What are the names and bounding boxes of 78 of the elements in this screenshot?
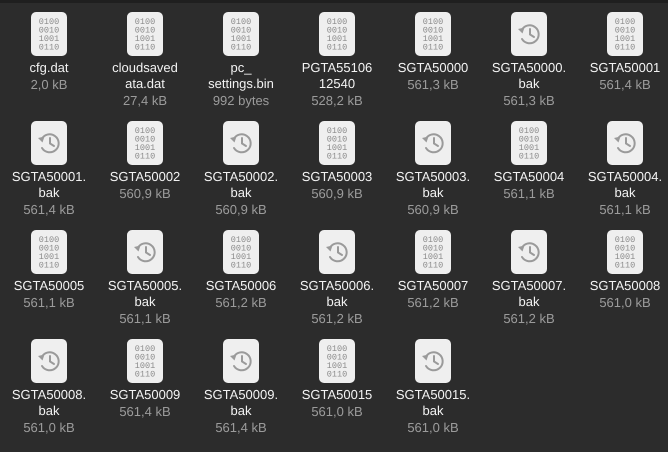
file-name: SGTA50015. bak <box>396 387 470 419</box>
file-name: SGTA50006. bak <box>300 278 374 310</box>
file-name: SGTA50006 <box>206 278 276 294</box>
backup-file-icon <box>30 120 68 166</box>
backup-file-icon <box>510 229 548 275</box>
backup-file-icon <box>510 11 548 57</box>
backup-file-icon <box>414 338 452 384</box>
file-name: SGTA50002. bak <box>204 169 278 201</box>
file-size: 561,2 kB <box>407 294 459 311</box>
file-name: SGTA50008 <box>590 278 660 294</box>
binary-file-icon: 0100 0010 1001 0110 <box>510 120 548 166</box>
file-name: PGTA55106 12540 <box>302 60 372 92</box>
backup-file-icon <box>126 229 164 275</box>
file-name: SGTA50000. bak <box>492 60 566 92</box>
backup-file-icon <box>606 120 644 166</box>
file-name: SGTA50009 <box>110 387 180 403</box>
binary-file-icon: 0100 0010 1001 0110 <box>606 11 644 57</box>
file-size: 561,0 kB <box>407 419 459 436</box>
file-size: 561,2 kB <box>503 310 555 327</box>
file-size: 561,2 kB <box>311 310 363 327</box>
binary-file-icon: 0100 0010 1001 0110 <box>606 229 644 275</box>
backup-file-icon <box>414 120 452 166</box>
file-size: 561,3 kB <box>407 76 459 93</box>
file-size: 561,2 kB <box>215 294 267 311</box>
file-name: SGTA50004 <box>494 169 564 185</box>
file-size: 561,3 kB <box>503 92 555 109</box>
binary-file-icon: 0100 0010 1001 0110 <box>126 11 164 57</box>
file-name: SGTA50002 <box>110 169 180 185</box>
backup-file-icon <box>222 120 260 166</box>
binary-file-icon: 0100 0010 1001 0110 <box>414 229 452 275</box>
file-name: SGTA50005 <box>14 278 84 294</box>
file-name: SGTA50000 <box>398 60 468 76</box>
file-name: SGTA50001. bak <box>12 169 86 201</box>
file-size: 528,2 kB <box>311 92 363 109</box>
file-name: cfg.dat <box>29 60 69 76</box>
binary-file-icon: 0100 0010 1001 0110 <box>222 11 260 57</box>
file-size: 561,4 kB <box>215 419 267 436</box>
file-size: 561,1 kB <box>503 185 555 202</box>
binary-file-icon: 0100 0010 1001 0110 <box>30 11 68 57</box>
backup-file-icon <box>318 229 356 275</box>
file-size: 561,1 kB <box>599 201 651 218</box>
file-size: 992 bytes <box>212 92 270 109</box>
backup-file-icon <box>30 338 68 384</box>
file-name: SGTA50005. bak <box>108 278 182 310</box>
file-size: 560,9 kB <box>119 185 171 202</box>
binary-file-icon: 0100 0010 1001 0110 <box>318 11 356 57</box>
file-name: SGTA50007. bak <box>492 278 566 310</box>
file-name: SGTA50007 <box>398 278 468 294</box>
file-size: 560,9 kB <box>407 201 459 218</box>
file-name: SGTA50015 <box>302 387 372 403</box>
file-size: 561,1 kB <box>119 310 171 327</box>
file-size: 560,9 kB <box>311 185 363 202</box>
file-name: SGTA50004. bak <box>588 169 662 201</box>
binary-file-icon: 0100 0010 1001 0110 <box>318 120 356 166</box>
binary-file-icon: 0100 0010 1001 0110 <box>222 229 260 275</box>
file-size: 561,0 kB <box>23 419 75 436</box>
binary-file-icon: 0100 0010 1001 0110 <box>126 120 164 166</box>
file-name: SGTA50001 <box>590 60 660 76</box>
file-size: 561,0 kB <box>599 294 651 311</box>
file-size: 561,0 kB <box>311 403 363 420</box>
binary-file-icon: 0100 0010 1001 0110 <box>126 338 164 384</box>
file-size: 560,9 kB <box>215 201 267 218</box>
file-size: 561,4 kB <box>119 403 171 420</box>
file-name: cloudsaved ata.dat <box>112 60 178 92</box>
file-name: SGTA50003. bak <box>396 169 470 201</box>
binary-file-icon: 0100 0010 1001 0110 <box>30 229 68 275</box>
file-name: pc_ settings.bin <box>208 60 274 92</box>
file-name: SGTA50008. bak <box>12 387 86 419</box>
binary-file-icon: 0100 0010 1001 0110 <box>414 11 452 57</box>
backup-file-icon <box>222 338 260 384</box>
binary-file-icon: 0100 0010 1001 0110 <box>318 338 356 384</box>
file-name: SGTA50009. bak <box>204 387 278 419</box>
file-name: SGTA50003 <box>302 169 372 185</box>
file-size: 2,0 kB <box>30 76 68 93</box>
file-size: 561,4 kB <box>23 201 75 218</box>
file-size: 561,4 kB <box>599 76 651 93</box>
file-size: 27,4 kB <box>122 92 168 109</box>
file-size: 561,1 kB <box>23 294 75 311</box>
